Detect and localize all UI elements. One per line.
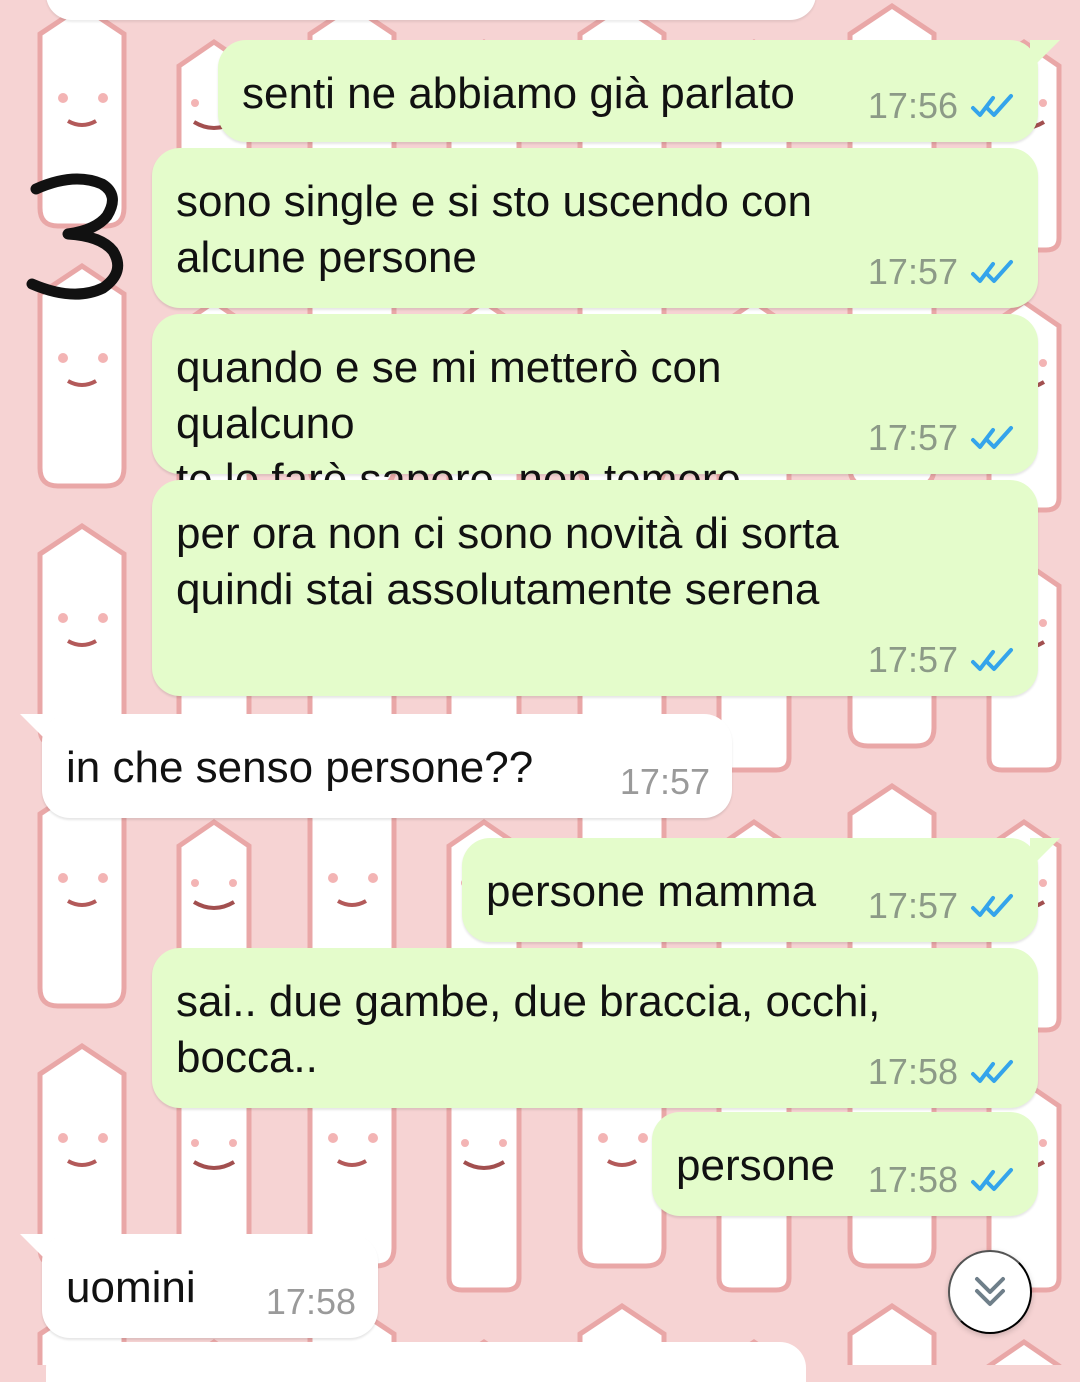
message-time: 17:57 — [619, 761, 710, 802]
message-text: persone mamma — [486, 867, 817, 916]
message-time: 17:57 — [867, 639, 958, 680]
scroll-down-button[interactable] — [948, 1250, 1032, 1334]
bubble-tail — [1030, 838, 1060, 868]
message-text: uomini — [66, 1263, 196, 1312]
message-bubble-outgoing[interactable]: sai.. due gambe, due braccia, occhi, boc… — [152, 948, 1038, 1108]
double-check-icon — [971, 260, 1013, 283]
message-text: per ora non ci sono novità di sorta quin… — [176, 509, 839, 614]
double-check-icon — [971, 94, 1013, 117]
double-check-icon — [971, 648, 1013, 671]
message-bubble-incoming[interactable]: in che senso persone?? 17:57 — [20, 714, 732, 818]
message-bubble-incoming[interactable]: uomini 17:58 — [20, 1234, 378, 1338]
message-meta: 17:58 — [266, 1284, 356, 1320]
message-bubble-outgoing[interactable]: senti ne abbiamo già parlato 17:56 — [218, 40, 1060, 142]
double-check-icon — [971, 1060, 1013, 1083]
message-text: persone — [676, 1141, 836, 1190]
message-text: in che senso persone?? — [66, 743, 534, 792]
message-time: 17:57 — [867, 251, 958, 292]
message-meta: 17:58 — [868, 1054, 1016, 1090]
message-meta: 17:57 — [868, 888, 1016, 924]
message-time: 17:56 — [867, 85, 958, 126]
double-check-icon — [971, 894, 1013, 917]
bubble-tail — [1030, 40, 1060, 70]
message-time: 17:57 — [867, 417, 958, 458]
handwritten-number-overlay: 3 — [18, 164, 128, 304]
message-text: senti ne abbiamo già parlato — [242, 69, 795, 118]
message-text: sono single e si sto uscendo con alcune … — [176, 177, 812, 282]
message-bubble-outgoing[interactable]: persone 17:58 — [652, 1112, 1038, 1216]
message-meta: 17:57 — [868, 254, 1016, 290]
message-time: 17:58 — [867, 1051, 958, 1092]
message-meta: 17:57 — [868, 642, 1016, 678]
chevron-double-down-icon — [975, 1277, 1005, 1306]
message-time: 17:58 — [867, 1159, 958, 1200]
message-meta: 17:57 — [868, 420, 1016, 456]
message-bubble-outgoing[interactable]: sono single e si sto uscendo con alcune … — [152, 148, 1038, 308]
bubble-tail — [20, 714, 50, 744]
message-time: 17:57 — [867, 885, 958, 926]
message-bubble-outgoing[interactable]: quando e se mi metterò con qualcuno te l… — [152, 314, 1038, 504]
double-check-icon — [971, 1168, 1013, 1191]
message-bubble-outgoing[interactable]: per ora non ci sono novità di sorta quin… — [152, 480, 1038, 696]
message-time: 17:58 — [265, 1281, 356, 1322]
message-meta: 17:58 — [868, 1162, 1016, 1198]
message-bubble-outgoing[interactable]: persone mamma 17:57 — [462, 838, 1060, 942]
double-check-icon — [971, 426, 1013, 449]
chat-thread: senti ne abbiamo già parlato 17:56 sono … — [0, 0, 1080, 1365]
message-text: sai.. due gambe, due braccia, occhi, boc… — [176, 977, 881, 1082]
bubble-tail — [20, 1234, 50, 1264]
message-meta: 17:57 — [620, 764, 710, 800]
message-meta: 17:56 — [868, 88, 1016, 124]
